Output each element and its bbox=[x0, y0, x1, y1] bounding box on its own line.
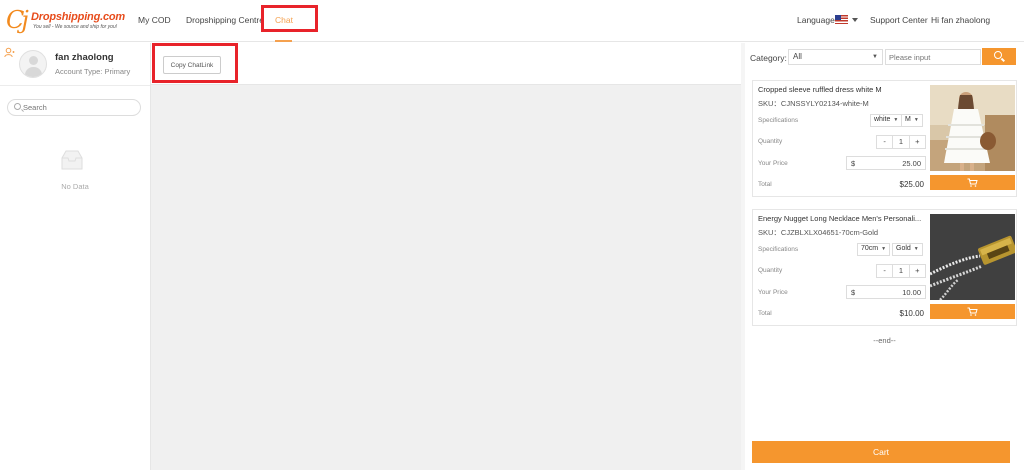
spec-color-select[interactable]: Gold ▼ bbox=[892, 243, 923, 256]
empty-inbox-icon bbox=[59, 148, 85, 172]
avatar bbox=[19, 50, 47, 78]
spec-color-value: white bbox=[874, 116, 891, 123]
spec-size-value: M bbox=[905, 116, 911, 123]
qty-increment-button[interactable]: + bbox=[910, 265, 925, 277]
category-label: Category: bbox=[750, 53, 787, 63]
search-icon bbox=[994, 51, 1002, 59]
total-value: $10.00 bbox=[899, 309, 924, 318]
category-select[interactable]: All ▼ bbox=[788, 49, 883, 65]
price-value: 10.00 bbox=[902, 288, 921, 297]
add-to-cart-button[interactable] bbox=[930, 304, 1015, 319]
quantity-stepper[interactable]: - 1 + bbox=[876, 264, 926, 278]
total-value: $25.00 bbox=[899, 180, 924, 189]
divider bbox=[0, 85, 150, 86]
nav-dropshipping-centre[interactable]: Dropshipping Centre bbox=[186, 15, 264, 25]
chat-nav-highlight bbox=[261, 5, 318, 32]
cart-icon bbox=[967, 178, 978, 187]
user-settings-icon[interactable] bbox=[4, 47, 15, 61]
product-search-input[interactable] bbox=[885, 49, 981, 65]
contact-search[interactable] bbox=[7, 99, 141, 116]
language-label[interactable]: Language bbox=[797, 15, 835, 25]
user-name: fan zhaolong bbox=[55, 52, 114, 63]
product-title[interactable]: Energy Nugget Long Necklace Men's Person… bbox=[758, 214, 930, 223]
quantity-label: Quantity bbox=[758, 138, 783, 145]
chat-area: Copy ChatLink bbox=[151, 43, 741, 470]
chevron-down-icon[interactable] bbox=[852, 18, 858, 22]
cart-button[interactable]: Cart bbox=[752, 441, 1010, 463]
price-value: 25.00 bbox=[902, 159, 921, 168]
spec-color-value: Gold bbox=[896, 245, 911, 252]
product-title[interactable]: Cropped sleeve ruffled dress white M bbox=[758, 85, 930, 94]
total-label: Total bbox=[758, 181, 772, 188]
qty-value[interactable]: 1 bbox=[893, 136, 910, 148]
chevron-down-icon: ▼ bbox=[872, 54, 878, 60]
logo-tagline: You sell - We source and ship for you! bbox=[33, 24, 118, 30]
logo-mark: Cj bbox=[6, 6, 29, 34]
spec-length-value: 70cm bbox=[861, 245, 879, 252]
us-flag-icon[interactable] bbox=[835, 15, 848, 24]
top-bar: Cj Dropshipping.com You sell - We source… bbox=[0, 0, 1024, 42]
product-sku: SKU：CJZBLXLX04651-70cm-Gold bbox=[758, 228, 879, 237]
specifications-label: Specifications bbox=[758, 246, 799, 253]
qty-decrement-button[interactable]: - bbox=[877, 265, 894, 277]
quantity-label: Quantity bbox=[758, 267, 783, 274]
product-sku: SKU：CJNSSYLY02134-white-M bbox=[758, 99, 869, 108]
product-image-necklace[interactable] bbox=[930, 214, 1015, 300]
search-icon bbox=[14, 103, 21, 110]
price-label: Your Price bbox=[758, 160, 788, 167]
total-label: Total bbox=[758, 310, 772, 317]
list-end-text: --end-- bbox=[873, 336, 896, 345]
chat-toolbar: Copy ChatLink bbox=[151, 43, 741, 85]
support-center-link[interactable]: Support Center bbox=[870, 15, 928, 25]
qty-decrement-button[interactable]: - bbox=[877, 136, 894, 148]
cart-icon bbox=[967, 307, 978, 316]
price-label: Your Price bbox=[758, 289, 788, 296]
logo[interactable]: Cj Dropshipping.com You sell - We source… bbox=[6, 6, 125, 34]
nav-my-cod[interactable]: My COD bbox=[138, 15, 171, 25]
account-type: Account Type: Primary bbox=[55, 67, 131, 76]
logo-brand: Dropshipping.com bbox=[31, 11, 125, 23]
product-card: Cropped sleeve ruffled dress white M SKU… bbox=[752, 80, 1017, 197]
price-input[interactable]: $ 10.00 bbox=[846, 285, 926, 299]
contact-search-input[interactable] bbox=[23, 102, 133, 113]
product-search-button[interactable] bbox=[982, 48, 1016, 65]
contact-sidebar: fan zhaolong Account Type: Primary No Da… bbox=[0, 43, 151, 470]
currency-symbol: $ bbox=[851, 159, 856, 168]
price-input[interactable]: $ 25.00 bbox=[846, 156, 926, 170]
product-image-dress[interactable] bbox=[930, 85, 1015, 171]
product-card: Energy Nugget Long Necklace Men's Person… bbox=[752, 209, 1017, 326]
active-tab-indicator bbox=[275, 40, 292, 42]
empty-state-text: No Data bbox=[61, 182, 89, 191]
category-value: All bbox=[793, 52, 802, 61]
qty-value[interactable]: 1 bbox=[893, 265, 910, 277]
quantity-stepper[interactable]: - 1 + bbox=[876, 135, 926, 149]
qty-increment-button[interactable]: + bbox=[910, 136, 925, 148]
copy-chatlink-highlight bbox=[152, 43, 238, 83]
spec-size-select[interactable]: M ▼ bbox=[901, 114, 923, 127]
user-greeting[interactable]: Hi fan zhaolong bbox=[931, 15, 990, 25]
specifications-label: Specifications bbox=[758, 117, 799, 124]
product-panel: Category: All ▼ Cropped sleeve ruffled d… bbox=[745, 43, 1024, 470]
currency-symbol: $ bbox=[851, 288, 856, 297]
add-to-cart-button[interactable] bbox=[930, 175, 1015, 190]
spec-length-select[interactable]: 70cm ▼ bbox=[857, 243, 891, 256]
spec-color-select[interactable]: white ▼ bbox=[870, 114, 903, 127]
